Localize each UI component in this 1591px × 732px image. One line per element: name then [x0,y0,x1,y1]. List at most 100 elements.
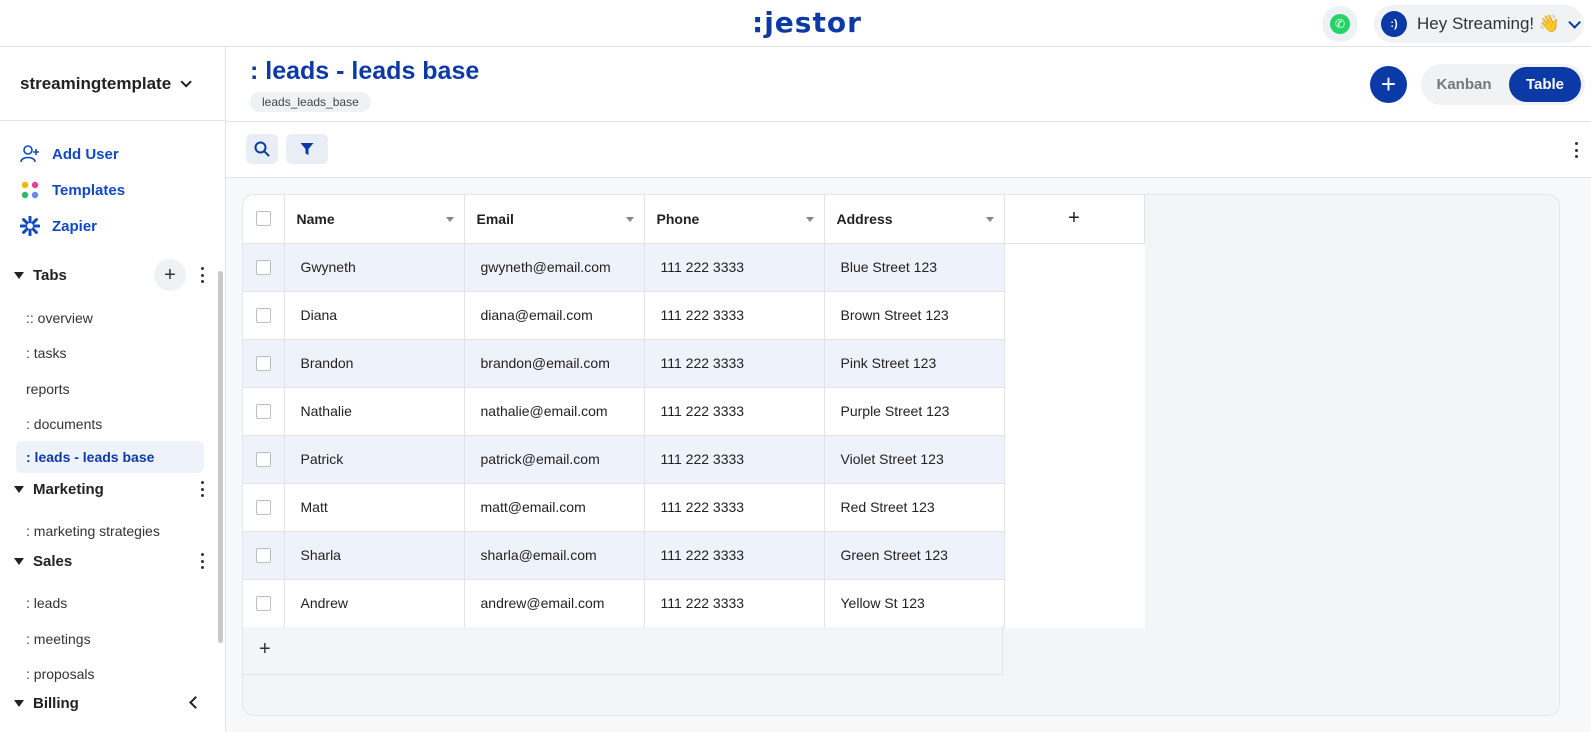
sidebar-item-proposals[interactable]: : proposals [16,658,204,690]
table-row[interactable]: Brandon brandon@email.com 111 222 3333 P… [243,339,1144,388]
cell-address[interactable]: Red Street 123 [824,483,1005,532]
section-marketing[interactable]: Marketing [14,475,214,503]
table-row[interactable]: Matt matt@email.com 111 222 3333 Red Str… [243,483,1144,532]
row-checkbox[interactable] [255,547,271,563]
sort-caret-icon[interactable] [445,217,454,222]
sidebar-item-meetings[interactable]: : meetings [16,623,204,655]
sidebar-item-documents[interactable]: : documents [16,408,204,440]
cell-email[interactable]: brandon@email.com [464,339,645,388]
row-checkbox[interactable] [255,307,271,323]
cell-name[interactable]: Nathalie [284,387,465,436]
filter-button[interactable] [286,134,328,164]
cell-address[interactable]: Green Street 123 [824,531,1005,580]
sidebar-scrollbar[interactable] [218,271,223,643]
table-row[interactable]: Nathalie nathalie@email.com 111 222 3333… [243,387,1144,436]
cell-address[interactable]: Pink Street 123 [824,339,1005,388]
sidebar-item-leads[interactable]: : leads [16,587,204,619]
cell-email[interactable]: nathalie@email.com [464,387,645,436]
sidebar-item-marketing-strategies[interactable]: : marketing strategies [16,515,204,547]
cell-phone[interactable]: 111 222 3333 [644,291,825,340]
section-title: Sales [33,552,73,570]
row-checkbox[interactable] [255,259,271,275]
section-title: Billing [33,694,79,712]
row-select-cell [243,435,285,484]
sort-caret-icon[interactable] [625,217,634,222]
section-billing[interactable]: Billing [14,689,214,717]
cell-address[interactable]: Brown Street 123 [824,291,1005,340]
cell-address[interactable]: Blue Street 123 [824,243,1005,292]
cell-phone[interactable]: 111 222 3333 [644,387,825,436]
cell-email[interactable]: sharla@email.com [464,531,645,580]
cell-email[interactable]: matt@email.com [464,483,645,532]
table-row[interactable]: Gwyneth gwyneth@email.com 111 222 3333 B… [243,243,1144,292]
cell-name[interactable]: Patrick [284,435,465,484]
row-checkbox[interactable] [255,355,271,371]
cell-phone[interactable]: 111 222 3333 [644,435,825,484]
chevron-left-icon[interactable] [189,696,202,709]
data-table: Name Email Phone Address + Gwyneth gwyne… [243,195,1145,628]
column-header-email[interactable]: Email [464,195,645,244]
section-sales[interactable]: Sales [14,547,214,575]
cell-phone[interactable]: 111 222 3333 [644,483,825,532]
add-user-link[interactable]: Add User [20,142,119,166]
table-row[interactable]: Patrick patrick@email.com 111 222 3333 V… [243,435,1144,484]
sidebar-item-overview[interactable]: :: overview [16,302,204,334]
section-tabs[interactable]: Tabs + [14,259,214,291]
user-menu[interactable]: :) Hey Streaming! 👋 [1374,5,1584,43]
cell-address[interactable]: Purple Street 123 [824,387,1005,436]
sort-caret-icon[interactable] [985,217,994,222]
table-row[interactable]: Diana diana@email.com 111 222 3333 Brown… [243,291,1144,340]
cell-name[interactable]: Brandon [284,339,465,388]
table-row[interactable]: Sharla sharla@email.com 111 222 3333 Gre… [243,531,1144,580]
search-button[interactable] [246,134,278,164]
more-vertical-icon[interactable] [200,481,204,497]
cell-email[interactable]: gwyneth@email.com [464,243,645,292]
view-kanban-button[interactable]: Kanban [1421,64,1507,105]
cell-name[interactable]: Diana [284,291,465,340]
cell-name[interactable]: Sharla [284,531,465,580]
cell-phone[interactable]: 111 222 3333 [644,339,825,388]
sidebar-item-reports[interactable]: reports [16,373,204,405]
whatsapp-button[interactable]: ✆ [1322,6,1358,42]
more-vertical-icon[interactable] [200,553,204,569]
cell-email[interactable]: patrick@email.com [464,435,645,484]
add-column-button[interactable]: + [1004,195,1145,244]
row-checkbox[interactable] [255,403,271,419]
more-vertical-icon[interactable] [200,267,204,283]
sidebar-item-leads-base[interactable]: : leads - leads base [16,441,204,473]
templates-link[interactable]: Templates [20,178,125,202]
cell-phone[interactable]: 111 222 3333 [644,243,825,292]
column-header-phone[interactable]: Phone [644,195,825,244]
add-tab-button[interactable]: + [154,259,186,291]
column-header-name[interactable]: Name [284,195,465,244]
cell-name[interactable]: Matt [284,483,465,532]
cell-name[interactable]: Andrew [284,579,465,628]
row-checkbox[interactable] [255,595,271,611]
cell-address[interactable]: Violet Street 123 [824,435,1005,484]
app-logo[interactable]: :jestor [752,6,862,39]
zapier-link[interactable]: Zapier [20,214,97,238]
row-select-cell [243,339,285,388]
cell-phone[interactable]: 111 222 3333 [644,531,825,580]
view-table-button[interactable]: Table [1509,67,1581,102]
cell-address[interactable]: Yellow St 123 [824,579,1005,628]
more-vertical-icon[interactable] [1574,142,1578,158]
add-row-bar[interactable]: + [243,627,1003,675]
column-header-address[interactable]: Address [824,195,1005,244]
cell-name[interactable]: Gwyneth [284,243,465,292]
templates-icon [21,181,39,199]
select-all-checkbox[interactable] [255,211,271,227]
table-header-row: Name Email Phone Address + [243,195,1145,244]
column-label: Name [296,210,335,227]
cell-email[interactable]: diana@email.com [464,291,645,340]
sort-caret-icon[interactable] [805,217,814,222]
add-row-button[interactable]: + [259,638,271,661]
table-row[interactable]: Andrew andrew@email.com 111 222 3333 Yel… [243,579,1144,628]
cell-phone[interactable]: 111 222 3333 [644,579,825,628]
add-record-button[interactable]: + [1370,66,1407,103]
row-checkbox[interactable] [255,499,271,515]
cell-email[interactable]: andrew@email.com [464,579,645,628]
workspace-selector[interactable]: streamingtemplate [0,47,226,121]
row-checkbox[interactable] [255,451,271,467]
sidebar-item-tasks[interactable]: : tasks [16,337,204,369]
